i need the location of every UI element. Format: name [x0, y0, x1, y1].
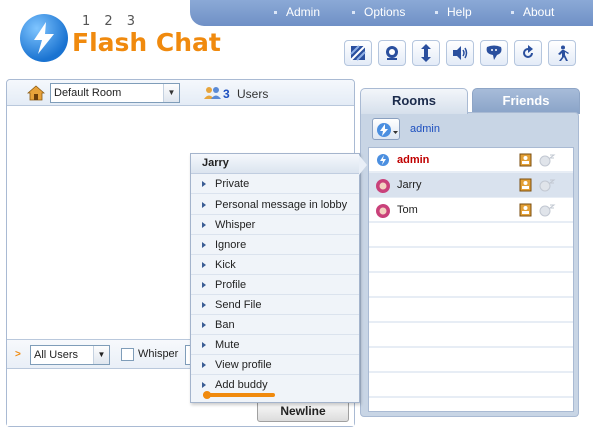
- chevron-down-icon[interactable]: ▼: [163, 84, 179, 102]
- user-row[interactable]: Jarry: [369, 173, 573, 197]
- status-button[interactable]: [372, 118, 400, 140]
- font-size-icon: [421, 44, 431, 62]
- logo-title: Flash Chat: [72, 28, 221, 57]
- menu-item-send-file[interactable]: Send File: [191, 295, 359, 315]
- users-count: 3: [223, 87, 230, 101]
- whisper-checkbox[interactable]: [121, 348, 134, 361]
- current-user-name: admin: [410, 123, 440, 135]
- arrow-right-icon: >: [15, 349, 21, 360]
- menu-item-ignore[interactable]: Ignore: [191, 235, 359, 255]
- flash-chat-logo: 1 2 3 Flash Chat: [20, 6, 221, 66]
- logo-number: 1 2 3: [82, 14, 141, 29]
- logout-icon: [558, 45, 569, 61]
- status-bubble-icon: [377, 123, 398, 137]
- my-status-bar: admin: [361, 113, 578, 147]
- nav-admin[interactable]: Admin: [274, 5, 320, 19]
- user-smiley-icon: [539, 179, 556, 192]
- menu-item-personal-message[interactable]: Personal message in lobby: [191, 195, 359, 215]
- user-name: Jarry: [397, 179, 422, 191]
- smileys-icon: [486, 45, 502, 60]
- menu-item-add-buddy[interactable]: Add buddy: [191, 375, 359, 395]
- avatar-button[interactable]: [378, 40, 406, 66]
- smileys-button[interactable]: [480, 40, 508, 66]
- menu-item-kick[interactable]: Kick: [191, 255, 359, 275]
- menu-item-view-profile[interactable]: View profile: [191, 355, 359, 375]
- rooms-panel: admin admin Jarry Tom: [360, 112, 579, 417]
- font-size-button[interactable]: [412, 40, 440, 66]
- user-smiley-icon: [539, 154, 556, 167]
- sound-icon: [453, 46, 468, 60]
- user-profile-icon[interactable]: [519, 153, 532, 167]
- tab-rooms[interactable]: Rooms: [360, 88, 468, 114]
- menu-item-ban[interactable]: Ban: [191, 315, 359, 335]
- avatar-icon: [386, 46, 398, 60]
- user-list: admin Jarry Tom: [368, 147, 574, 412]
- whisper-label: Whisper: [138, 348, 179, 360]
- lightning-bubble-icon: [20, 14, 68, 62]
- user-profile-icon[interactable]: [519, 178, 532, 192]
- user-profile-icon[interactable]: [519, 203, 532, 217]
- refresh-icon: [523, 45, 533, 58]
- logout-button[interactable]: [548, 40, 576, 66]
- sound-button[interactable]: [446, 40, 474, 66]
- refresh-button[interactable]: [514, 40, 542, 66]
- menu-item-mute[interactable]: Mute: [191, 335, 359, 355]
- menu-item-profile[interactable]: Profile: [191, 275, 359, 295]
- user-row[interactable]: admin: [369, 148, 573, 172]
- user-female-icon: [376, 204, 390, 218]
- home-icon[interactable]: [27, 85, 45, 101]
- tab-friends[interactable]: Friends: [472, 88, 580, 114]
- user-smiley-icon: [539, 204, 556, 217]
- user-name: Tom: [397, 204, 418, 216]
- users-label: Users: [237, 87, 269, 101]
- user-status-icon: [377, 154, 389, 166]
- chevron-down-icon[interactable]: ▼: [93, 346, 109, 364]
- highlight-underline: [203, 393, 275, 397]
- menu-pointer: [359, 155, 367, 175]
- skin-icon: [350, 45, 366, 61]
- user-context-menu: Jarry Private Personal message in lobby …: [190, 153, 367, 403]
- room-select-value: Default Room: [54, 87, 122, 99]
- menu-item-whisper[interactable]: Whisper: [191, 215, 359, 235]
- room-header: Default Room ▼ 3 Users: [7, 80, 354, 106]
- nav-help[interactable]: Help: [435, 5, 472, 19]
- recipient-select-value: All Users: [34, 349, 79, 361]
- top-nav-bar: Admin Options Help About: [190, 0, 593, 26]
- skin-button[interactable]: [344, 40, 372, 66]
- newline-button[interactable]: Newline: [257, 400, 349, 422]
- user-row[interactable]: Tom: [369, 198, 573, 222]
- users-icon: [204, 87, 221, 99]
- side-panel: Rooms Friends admin admin Jarry Tom: [360, 86, 588, 417]
- nav-about[interactable]: About: [511, 5, 554, 19]
- recipient-select[interactable]: All Users ▼: [30, 345, 110, 365]
- user-name: admin: [397, 154, 430, 166]
- user-female-icon: [376, 179, 390, 193]
- context-menu-title: Jarry: [191, 154, 359, 174]
- toolbar: [344, 40, 576, 66]
- room-select[interactable]: Default Room ▼: [50, 83, 180, 103]
- flash-chat-window: 1 2 3 Flash Chat Admin Options Help Abou…: [0, 0, 593, 431]
- menu-item-private[interactable]: Private: [191, 174, 359, 194]
- nav-options[interactable]: Options: [352, 5, 405, 19]
